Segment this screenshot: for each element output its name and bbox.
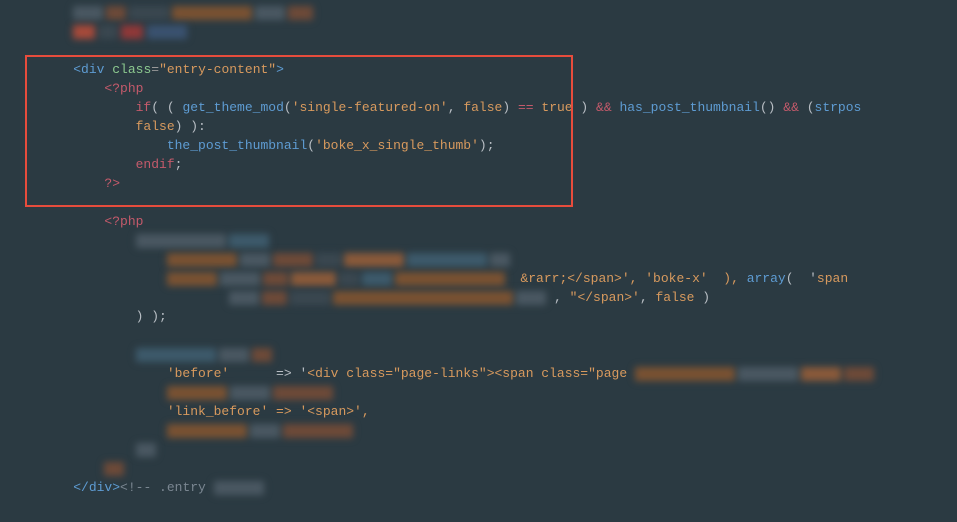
tag-name: div (89, 480, 112, 495)
partial-string: <div class="page-links"><span class="pag… (307, 366, 627, 381)
tag-open: < (73, 62, 81, 77)
bool-true: true (541, 100, 572, 115)
code-line: ?> (42, 174, 957, 193)
keyword-if: if (136, 100, 152, 115)
code-line (42, 326, 957, 345)
operator-and: && (596, 100, 612, 115)
func-has-post-thumbnail: has_post_thumbnail (619, 100, 759, 115)
code-line: , "</span>', false ) (42, 288, 957, 307)
code-line (42, 459, 957, 478)
code-line (42, 193, 957, 212)
func-the-post-thumbnail: the_post_thumbnail (167, 138, 307, 153)
bool-false: false (136, 119, 175, 134)
operator-and: && (783, 100, 799, 115)
code-line (42, 250, 957, 269)
code-line: if( ( get_theme_mod('single-featured-on'… (42, 98, 957, 117)
attr-value: "entry-content" (159, 62, 276, 77)
code-line: <?php (42, 79, 957, 98)
code-editor-content: <div class="entry-content"> <?php if( ( … (42, 3, 957, 497)
code-line (42, 231, 957, 250)
code-line: 'link_before' => '<span>', (42, 402, 957, 421)
code-line: endif; (42, 155, 957, 174)
bool-false: false (463, 100, 502, 115)
keyword-endif: endif (136, 157, 175, 172)
func-array: array (747, 271, 786, 286)
php-open-tag: <?php (104, 214, 143, 229)
tag-close: </ (73, 480, 89, 495)
code-line (42, 3, 957, 22)
code-line (42, 22, 957, 41)
code-line (42, 383, 957, 402)
indent (42, 62, 73, 77)
code-line: ) ); (42, 307, 957, 326)
array-key: 'before' (167, 366, 229, 381)
partial-string: span (817, 271, 848, 286)
string-literal: 'single-featured-on' (292, 100, 448, 115)
attr-name: class (112, 62, 151, 77)
code-line: </div><!-- .entry (42, 478, 957, 497)
code-line (42, 421, 957, 440)
array-entry: 'link_before' => '<span>', (167, 404, 370, 419)
code-line: <div class="entry-content"> (42, 60, 957, 79)
func-get-theme-mod: get_theme_mod (182, 100, 283, 115)
php-close-tag: ?> (104, 176, 120, 191)
partial-string: "</span>' (570, 290, 640, 305)
code-line: false) ): (42, 117, 957, 136)
code-line (42, 440, 957, 459)
close-paren: ) ); (136, 309, 167, 324)
html-comment: <!-- .entry (120, 480, 206, 495)
tag-name: div (81, 62, 104, 77)
operator-eq: == (518, 100, 534, 115)
code-line: the_post_thumbnail('boke_x_single_thumb'… (42, 136, 957, 155)
code-line: &rarr;</span>', 'boke-x' ), array( 'span (42, 269, 957, 288)
code-line: 'before' => '<div class="page-links"><sp… (42, 364, 957, 383)
code-line (42, 41, 957, 60)
php-open-tag: <?php (104, 81, 143, 96)
code-line (42, 345, 957, 364)
bool-false: false (655, 290, 694, 305)
partial-string: &rarr;</span>', 'boke-x' ), (520, 271, 746, 286)
func-strpos: strpos (815, 100, 862, 115)
code-line: <?php (42, 212, 957, 231)
string-literal: 'boke_x_single_thumb' (315, 138, 479, 153)
